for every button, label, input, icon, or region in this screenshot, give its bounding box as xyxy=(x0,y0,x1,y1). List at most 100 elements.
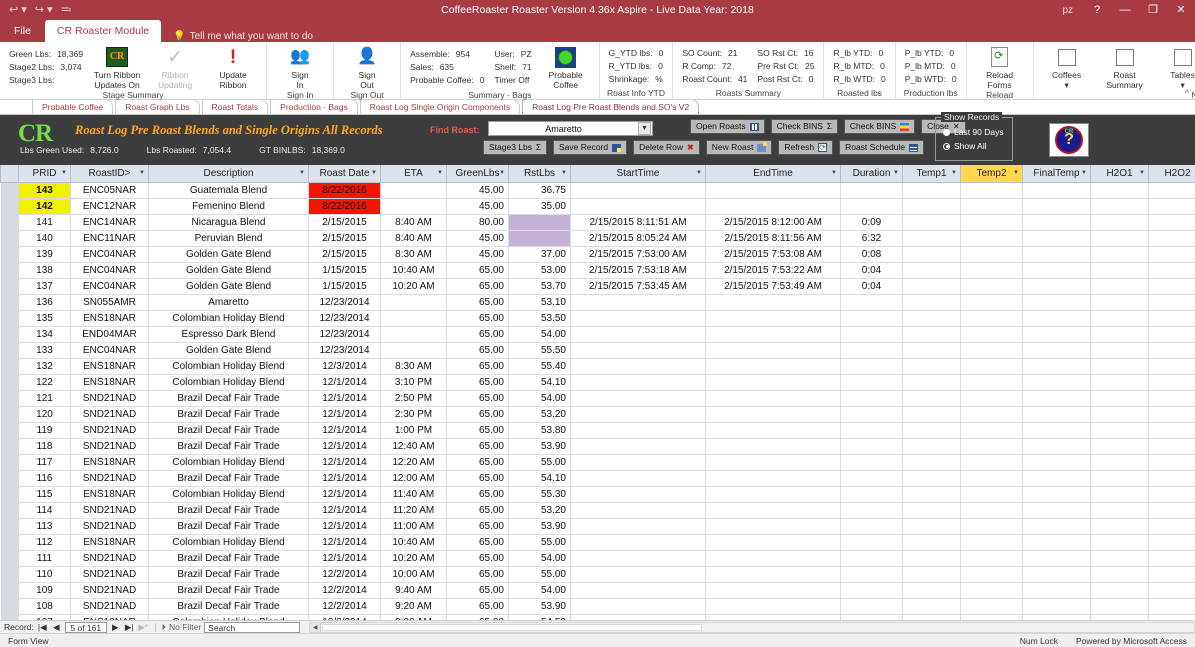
cell-temp1[interactable] xyxy=(902,470,961,487)
row-selector[interactable] xyxy=(0,470,19,487)
sign-out-button[interactable]: 👤 Sign Out xyxy=(338,44,396,90)
cell-temp2[interactable] xyxy=(960,230,1023,247)
cell-temp1[interactable] xyxy=(902,566,961,583)
cell-h2o2[interactable] xyxy=(1148,230,1195,247)
cell-endtime[interactable] xyxy=(705,422,841,439)
cell-duration[interactable] xyxy=(840,294,903,311)
cell-starttime[interactable]: 2/15/2015 7:53:45 AM xyxy=(570,278,706,295)
cell-roast-date[interactable]: 12/1/2014 xyxy=(308,454,381,471)
cell-h2o2[interactable] xyxy=(1148,390,1195,407)
row-selector[interactable] xyxy=(0,326,19,343)
cell-greenlbs[interactable]: 65.00 xyxy=(446,598,509,615)
cell-finaltemp[interactable] xyxy=(1022,438,1091,455)
cell-temp1[interactable] xyxy=(902,518,961,535)
cell-duration[interactable]: 6:32 xyxy=(840,230,903,247)
cell-h2o2[interactable] xyxy=(1148,374,1195,391)
hscroll-thumb[interactable] xyxy=(322,623,703,631)
previous-record-button[interactable]: ◀ xyxy=(51,622,62,633)
cell-h2o1[interactable] xyxy=(1090,406,1149,423)
cell-eta[interactable]: 8:40 AM xyxy=(380,230,447,247)
table-row[interactable]: 141 ENC14NAR Nicaragua Blend 2/15/2015 8:40 … xyxy=(0,214,1195,231)
cell-prid[interactable]: 141 xyxy=(18,214,71,231)
cell-finaltemp[interactable] xyxy=(1022,310,1091,327)
cell-roast-date[interactable]: 12/2/2014 xyxy=(308,566,381,583)
cell-temp1[interactable] xyxy=(902,342,961,359)
horizontal-scrollbar[interactable]: ◀ xyxy=(309,621,1195,633)
cell-eta[interactable]: 11:20 AM xyxy=(380,502,447,519)
cell-duration[interactable]: 0:09 xyxy=(840,214,903,231)
cell-rstlbs[interactable]: 36.75 xyxy=(508,182,571,199)
cell-description[interactable]: Brazil Decaf Fair Trade xyxy=(148,598,309,615)
table-row[interactable]: 120 SND21NAD Brazil Decaf Fair Trade 12/1/2… xyxy=(0,406,1195,423)
cell-h2o2[interactable] xyxy=(1148,470,1195,487)
table-row[interactable]: 136 SN055AMR Amaretto 12/23/2014 65.00 53.10 xyxy=(0,294,1195,311)
open-roasts-button[interactable]: Open Roasts xyxy=(690,119,765,134)
cell-roastid-[interactable]: ENC12NAR xyxy=(70,198,149,215)
cell-rstlbs[interactable] xyxy=(508,230,571,247)
cell-endtime[interactable] xyxy=(705,470,841,487)
cell-temp1[interactable] xyxy=(902,502,961,519)
row-selector[interactable] xyxy=(0,454,19,471)
cell-starttime[interactable] xyxy=(570,358,706,375)
cell-duration[interactable] xyxy=(840,342,903,359)
turn-ribbon-updates-on-button[interactable]: CR Turn Ribbon Updates On xyxy=(88,44,146,90)
cell-description[interactable]: Peruvian Blend xyxy=(148,230,309,247)
row-selector[interactable] xyxy=(0,406,19,423)
table-row[interactable]: 116 SND21NAD Brazil Decaf Fair Trade 12/1/2… xyxy=(0,470,1195,487)
cell-roastid-[interactable]: SND21NAD xyxy=(70,502,149,519)
radio-last-90-days[interactable]: Last 90 Days xyxy=(943,127,1012,137)
table-row[interactable]: 133 ENC04NAR Golden Gate Blend 12/23/2014 65… xyxy=(0,342,1195,359)
cell-temp1[interactable] xyxy=(902,358,961,375)
cell-description[interactable]: Brazil Decaf Fair Trade xyxy=(148,406,309,423)
cell-description[interactable]: Espresso Dark Blend xyxy=(148,326,309,343)
cell-temp1[interactable] xyxy=(902,534,961,551)
table-row[interactable]: 132 ENS18NAR Colombian Holiday Blend 12/3/2… xyxy=(0,358,1195,375)
check-bins-chart-button[interactable]: Check BINS xyxy=(843,119,916,134)
cell-h2o2[interactable] xyxy=(1148,358,1195,375)
column-header-roast-date[interactable]: Roast Date ▼ xyxy=(308,165,381,183)
cell-greenlbs[interactable]: 45.00 xyxy=(446,198,509,215)
cell-starttime[interactable] xyxy=(570,342,706,359)
nav-roast-summary-button[interactable]: Roast Summary xyxy=(1096,44,1154,90)
cell-prid[interactable]: 135 xyxy=(18,310,71,327)
table-row[interactable]: 118 SND21NAD Brazil Decaf Fair Trade 12/1/2… xyxy=(0,438,1195,455)
cell-description[interactable]: Golden Gate Blend xyxy=(148,262,309,279)
row-selector[interactable] xyxy=(0,502,19,519)
cell-endtime[interactable] xyxy=(705,438,841,455)
cell-temp1[interactable] xyxy=(902,246,961,263)
cell-prid[interactable]: 115 xyxy=(18,486,71,503)
table-row[interactable]: 119 SND21NAD Brazil Decaf Fair Trade 12/1/2… xyxy=(0,422,1195,439)
row-selector[interactable] xyxy=(0,214,19,231)
cell-description[interactable]: Brazil Decaf Fair Trade xyxy=(148,470,309,487)
first-record-button[interactable]: |◀ xyxy=(37,622,48,633)
cell-eta[interactable]: 2:30 PM xyxy=(380,406,447,423)
cell-duration[interactable] xyxy=(840,502,903,519)
cell-roast-date[interactable]: 12/3/2014 xyxy=(308,358,381,375)
cell-roastid-[interactable]: ENC14NAR xyxy=(70,214,149,231)
cell-temp2[interactable] xyxy=(960,294,1023,311)
cell-temp2[interactable] xyxy=(960,262,1023,279)
cell-endtime[interactable] xyxy=(705,406,841,423)
cell-roastid-[interactable]: SND21NAD xyxy=(70,470,149,487)
cell-temp2[interactable] xyxy=(960,310,1023,327)
cell-roastid-[interactable]: ENS18NAR xyxy=(70,454,149,471)
cell-roast-date[interactable]: 12/1/2014 xyxy=(308,390,381,407)
cell-starttime[interactable] xyxy=(570,598,706,615)
cell-roast-date[interactable]: 12/1/2014 xyxy=(308,486,381,503)
cell-rstlbs[interactable]: 54.00 xyxy=(508,390,571,407)
column-header-roastid-[interactable]: RoastID> ▼ xyxy=(70,165,149,183)
row-selector[interactable] xyxy=(0,198,19,215)
cell-roast-date[interactable]: 12/1/2014 xyxy=(308,550,381,567)
cell-endtime[interactable] xyxy=(705,294,841,311)
cell-rstlbs[interactable]: 55.50 xyxy=(508,342,571,359)
cell-eta[interactable]: 9:20 AM xyxy=(380,598,447,615)
reload-forms-button[interactable]: Reload Forms xyxy=(971,44,1029,90)
cell-starttime[interactable] xyxy=(570,470,706,487)
cell-finaltemp[interactable] xyxy=(1022,278,1091,295)
cell-roastid-[interactable]: ENS18NAR xyxy=(70,486,149,503)
tell-me-search[interactable]: 💡 Tell me what you want to do xyxy=(161,31,313,42)
table-row[interactable]: 138 ENC04NAR Golden Gate Blend 1/15/2015 10:… xyxy=(0,262,1195,279)
cell-eta[interactable]: 12:40 AM xyxy=(380,438,447,455)
cell-h2o1[interactable] xyxy=(1090,438,1149,455)
cell-temp2[interactable] xyxy=(960,518,1023,535)
